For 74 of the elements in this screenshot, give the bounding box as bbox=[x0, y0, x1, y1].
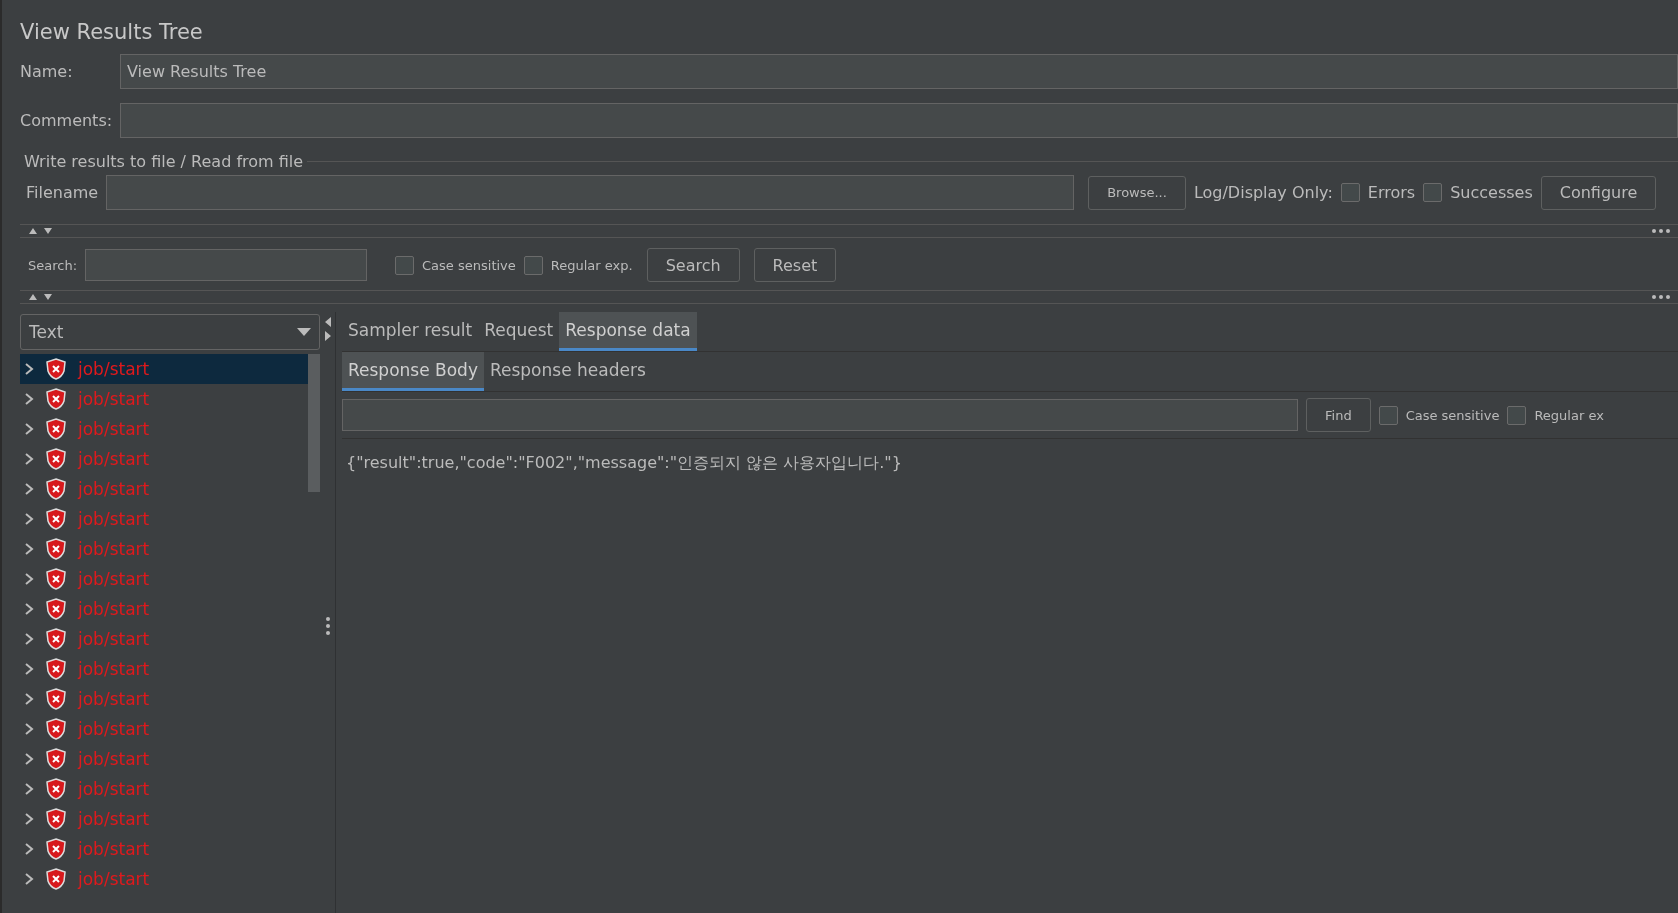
expand-chevron-icon[interactable] bbox=[24, 842, 34, 856]
comments-label: Comments: bbox=[20, 111, 112, 130]
error-shield-icon bbox=[46, 748, 66, 770]
tree-item[interactable]: job/start bbox=[20, 354, 308, 384]
expand-chevron-icon[interactable] bbox=[24, 542, 34, 556]
expand-chevron-icon[interactable] bbox=[24, 572, 34, 586]
name-label: Name: bbox=[20, 62, 74, 81]
error-shield-icon bbox=[46, 598, 66, 620]
error-shield-icon bbox=[46, 568, 66, 590]
name-field[interactable]: View Results Tree bbox=[120, 54, 1678, 89]
collapse-arrows-icon[interactable] bbox=[324, 316, 331, 342]
error-shield-icon bbox=[46, 688, 66, 710]
response-tab[interactable]: Response Body bbox=[342, 352, 484, 391]
search-field[interactable] bbox=[85, 249, 368, 281]
expand-chevron-icon[interactable] bbox=[24, 782, 34, 796]
checkbox[interactable]: Regular exp. bbox=[523, 255, 633, 275]
filename-field[interactable] bbox=[106, 175, 1075, 210]
log-display-label: Log/Display Only: bbox=[1193, 183, 1333, 202]
error-shield-icon bbox=[46, 538, 66, 560]
expand-chevron-icon[interactable] bbox=[24, 632, 34, 646]
result-tab[interactable]: Response data bbox=[559, 312, 697, 351]
search-bar-button[interactable]: Reset bbox=[753, 248, 837, 282]
expand-chevron-icon[interactable] bbox=[24, 602, 34, 616]
configure-button[interactable]: Configure bbox=[1540, 175, 1657, 210]
expand-chevron-icon[interactable] bbox=[24, 362, 34, 376]
error-shield-icon bbox=[46, 718, 66, 740]
collapse-arrows-icon[interactable] bbox=[28, 293, 54, 301]
grip-dots-icon[interactable] bbox=[1652, 229, 1670, 233]
error-shield-icon bbox=[46, 418, 66, 440]
comments-field[interactable] bbox=[120, 103, 1678, 138]
error-shield-icon bbox=[46, 628, 66, 650]
checkbox[interactable]: Regular ex bbox=[1507, 405, 1604, 425]
expand-chevron-icon[interactable] bbox=[24, 872, 34, 886]
expand-chevron-icon[interactable] bbox=[24, 752, 34, 766]
expand-chevron-icon[interactable] bbox=[24, 482, 34, 496]
panel-title: View Results Tree bbox=[20, 19, 204, 46]
error-shield-icon bbox=[46, 448, 66, 470]
group-title: Write results to file / Read from file bbox=[23, 152, 305, 171]
grip-dots-icon[interactable] bbox=[1652, 295, 1670, 299]
checkbox[interactable]: Case sensitive bbox=[1378, 405, 1500, 425]
browse-button[interactable]: Browse... bbox=[1088, 175, 1186, 210]
expand-chevron-icon[interactable] bbox=[24, 422, 34, 436]
find-field[interactable] bbox=[342, 399, 1298, 431]
result-tab[interactable]: Request bbox=[478, 312, 560, 351]
response-tab[interactable]: Response headers bbox=[483, 352, 652, 391]
filename-label: Filename bbox=[26, 183, 99, 202]
error-shield-icon bbox=[46, 778, 66, 800]
renderer-dropdown[interactable]: Text bbox=[20, 314, 320, 350]
error-shield-icon bbox=[46, 808, 66, 830]
expand-chevron-icon[interactable] bbox=[24, 512, 34, 526]
response-body-text: {"result":true,"code":"F002","message":"인증되지 않은 사용자입니다."} bbox=[345, 452, 903, 474]
error-shield-icon bbox=[46, 838, 66, 860]
error-shield-icon bbox=[46, 388, 66, 410]
grip-dots-icon[interactable] bbox=[325, 616, 330, 635]
search-bar-button[interactable]: Search bbox=[646, 248, 740, 282]
checkbox[interactable]: Successes bbox=[1423, 183, 1533, 202]
expand-chevron-icon[interactable] bbox=[24, 452, 34, 466]
error-shield-icon bbox=[46, 478, 66, 500]
search-label: Search: bbox=[28, 257, 78, 273]
result-tab[interactable]: Sampler result bbox=[342, 312, 479, 351]
find-button[interactable]: Find bbox=[1306, 398, 1371, 432]
expand-chevron-icon[interactable] bbox=[24, 722, 34, 736]
collapse-arrows-icon[interactable] bbox=[28, 227, 54, 235]
checkbox[interactable]: Case sensitive bbox=[395, 255, 516, 275]
error-shield-icon bbox=[46, 868, 66, 890]
expand-chevron-icon[interactable] bbox=[24, 692, 34, 706]
checkbox[interactable]: Errors bbox=[1340, 183, 1416, 202]
expand-chevron-icon[interactable] bbox=[24, 812, 34, 826]
error-shield-icon bbox=[46, 508, 66, 530]
expand-chevron-icon[interactable] bbox=[24, 662, 34, 676]
error-shield-icon bbox=[46, 358, 66, 380]
dropdown-caret-icon bbox=[297, 328, 311, 336]
error-shield-icon bbox=[46, 658, 66, 680]
expand-chevron-icon[interactable] bbox=[24, 392, 34, 406]
